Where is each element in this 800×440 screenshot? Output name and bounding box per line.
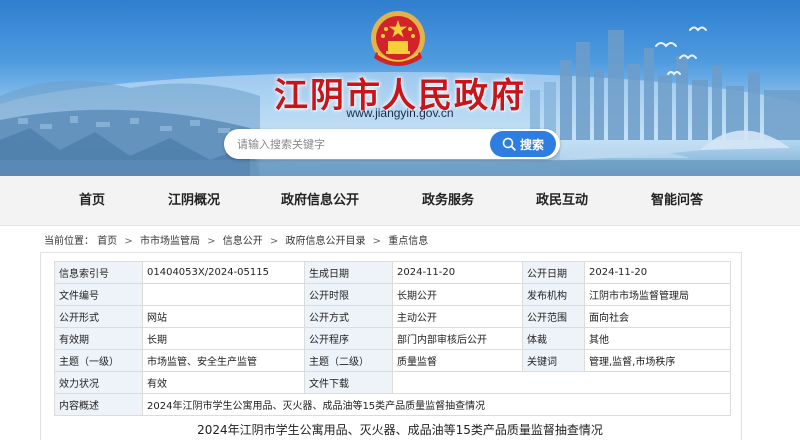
info-value xyxy=(142,283,305,306)
breadcrumb-item-key-info[interactable]: 重点信息 xyxy=(388,232,428,247)
search-bar: 搜索 xyxy=(224,129,560,159)
info-value: 管理,监督,市场秩序 xyxy=(584,349,731,372)
info-key: 效力状况 xyxy=(54,371,143,394)
info-value: 面向社会 xyxy=(584,305,731,328)
breadcrumb-prefix: 当前位置： xyxy=(44,236,94,247)
document-info-table: 信息索引号 01404053X/2024-05115 生成日期 2024-11-… xyxy=(54,261,731,416)
info-key: 公开形式 xyxy=(54,305,143,328)
info-value: 网站 xyxy=(142,305,305,328)
table-row: 有效期 长期 公开程序 部门内部审核后公开 体裁 其他 xyxy=(54,327,731,350)
info-value: 部门内部审核后公开 xyxy=(392,327,523,350)
info-value: 有效 xyxy=(142,371,305,394)
info-key: 体裁 xyxy=(522,327,585,350)
info-key: 有效期 xyxy=(54,327,143,350)
info-value: 2024-11-20 xyxy=(392,261,523,284)
search-button-label: 搜索 xyxy=(519,137,544,152)
info-value: 长期 xyxy=(142,327,305,350)
table-row: 效力状况 有效 文件下载 xyxy=(54,371,731,394)
search-icon xyxy=(502,137,516,151)
nav-item-smart-qa[interactable]: 智能问答 xyxy=(651,176,703,226)
info-value: 主动公开 xyxy=(392,305,523,328)
file-download-value[interactable] xyxy=(392,371,731,394)
info-value: 长期公开 xyxy=(392,283,523,306)
table-row: 主题（一级） 市场监管、安全生产监管 主题（二级） 质量监督 关键词 管理,监督… xyxy=(54,349,731,372)
document-title: 2024年江阴市学生公寓用品、灭火器、成品油等15类产品质量监督抽查情况 xyxy=(197,423,603,437)
national-emblem-icon xyxy=(371,11,425,66)
nav-item-jiangyin-overview[interactable]: 江阴概况 xyxy=(168,176,220,226)
info-key: 主题（二级） xyxy=(304,349,393,372)
breadcrumb-separator: > xyxy=(124,236,133,247)
info-key: 信息索引号 xyxy=(54,261,143,284)
nav-item-home[interactable]: 首页 xyxy=(79,176,105,226)
nav-item-gov-services[interactable]: 政务服务 xyxy=(422,176,474,226)
breadcrumb: 当前位置： 首页 > 市市场监管局 > 信息公开 > 政府信息公开目录 > 重点… xyxy=(44,232,428,248)
info-value: 01404053X/2024-05115 xyxy=(142,261,305,284)
nav-item-public-interaction[interactable]: 政民互动 xyxy=(536,176,588,226)
info-key: 文件编号 xyxy=(54,283,143,306)
info-key: 内容概述 xyxy=(54,393,143,416)
info-key: 关键词 xyxy=(522,349,585,372)
info-value: 质量监督 xyxy=(392,349,523,372)
info-value: 市场监管、安全生产监管 xyxy=(142,349,305,372)
table-row: 文件编号 公开时限 长期公开 发布机构 江阴市市场监督管理局 xyxy=(54,283,731,306)
info-value: 江阴市市场监督管理局 xyxy=(584,283,731,306)
info-key: 生成日期 xyxy=(304,261,393,284)
breadcrumb-separator: > xyxy=(372,236,382,247)
site-url: www.jiangyin.gov.cn xyxy=(346,106,454,120)
breadcrumb-item-disclosure-catalog[interactable]: 政府信息公开目录 xyxy=(285,232,365,247)
info-key: 公开日期 xyxy=(522,261,585,284)
info-value: 2024-11-20 xyxy=(584,261,731,284)
table-row: 信息索引号 01404053X/2024-05115 生成日期 2024-11-… xyxy=(54,261,731,284)
search-input[interactable] xyxy=(224,129,490,159)
breadcrumb-separator: > xyxy=(207,236,216,247)
main-nav: 首页 江阴概况 政府信息公开 政务服务 政民互动 智能问答 xyxy=(0,176,800,226)
info-key: 公开时限 xyxy=(304,283,393,306)
nav-item-gov-info-disclosure[interactable]: 政府信息公开 xyxy=(281,176,359,226)
breadcrumb-separator: > xyxy=(269,236,279,247)
table-row: 内容概述 2024年江阴市学生公寓用品、灭火器、成品油等15类产品质量监督抽查情… xyxy=(54,393,731,416)
info-key: 公开方式 xyxy=(304,305,393,328)
info-key: 公开范围 xyxy=(522,305,585,328)
table-row: 公开形式 网站 公开方式 主动公开 公开范围 面向社会 xyxy=(54,305,731,328)
breadcrumb-item-home[interactable]: 首页 xyxy=(97,232,117,247)
breadcrumb-item-market-supervision-bureau[interactable]: 市市场监管局 xyxy=(140,232,200,247)
search-button[interactable]: 搜索 xyxy=(490,131,556,157)
info-key: 主题（一级） xyxy=(54,349,143,372)
info-value: 其他 xyxy=(584,327,731,350)
breadcrumb-item-info-disclosure[interactable]: 信息公开 xyxy=(223,232,263,247)
content-summary-value: 2024年江阴市学生公寓用品、灭火器、成品油等15类产品质量监督抽查情况 xyxy=(142,393,731,416)
info-key: 文件下载 xyxy=(304,371,393,394)
info-key: 公开程序 xyxy=(304,327,393,350)
header-banner: 江阴市人民政府 www.jiangyin.gov.cn 搜索 xyxy=(0,0,800,176)
info-key: 发布机构 xyxy=(522,283,585,306)
